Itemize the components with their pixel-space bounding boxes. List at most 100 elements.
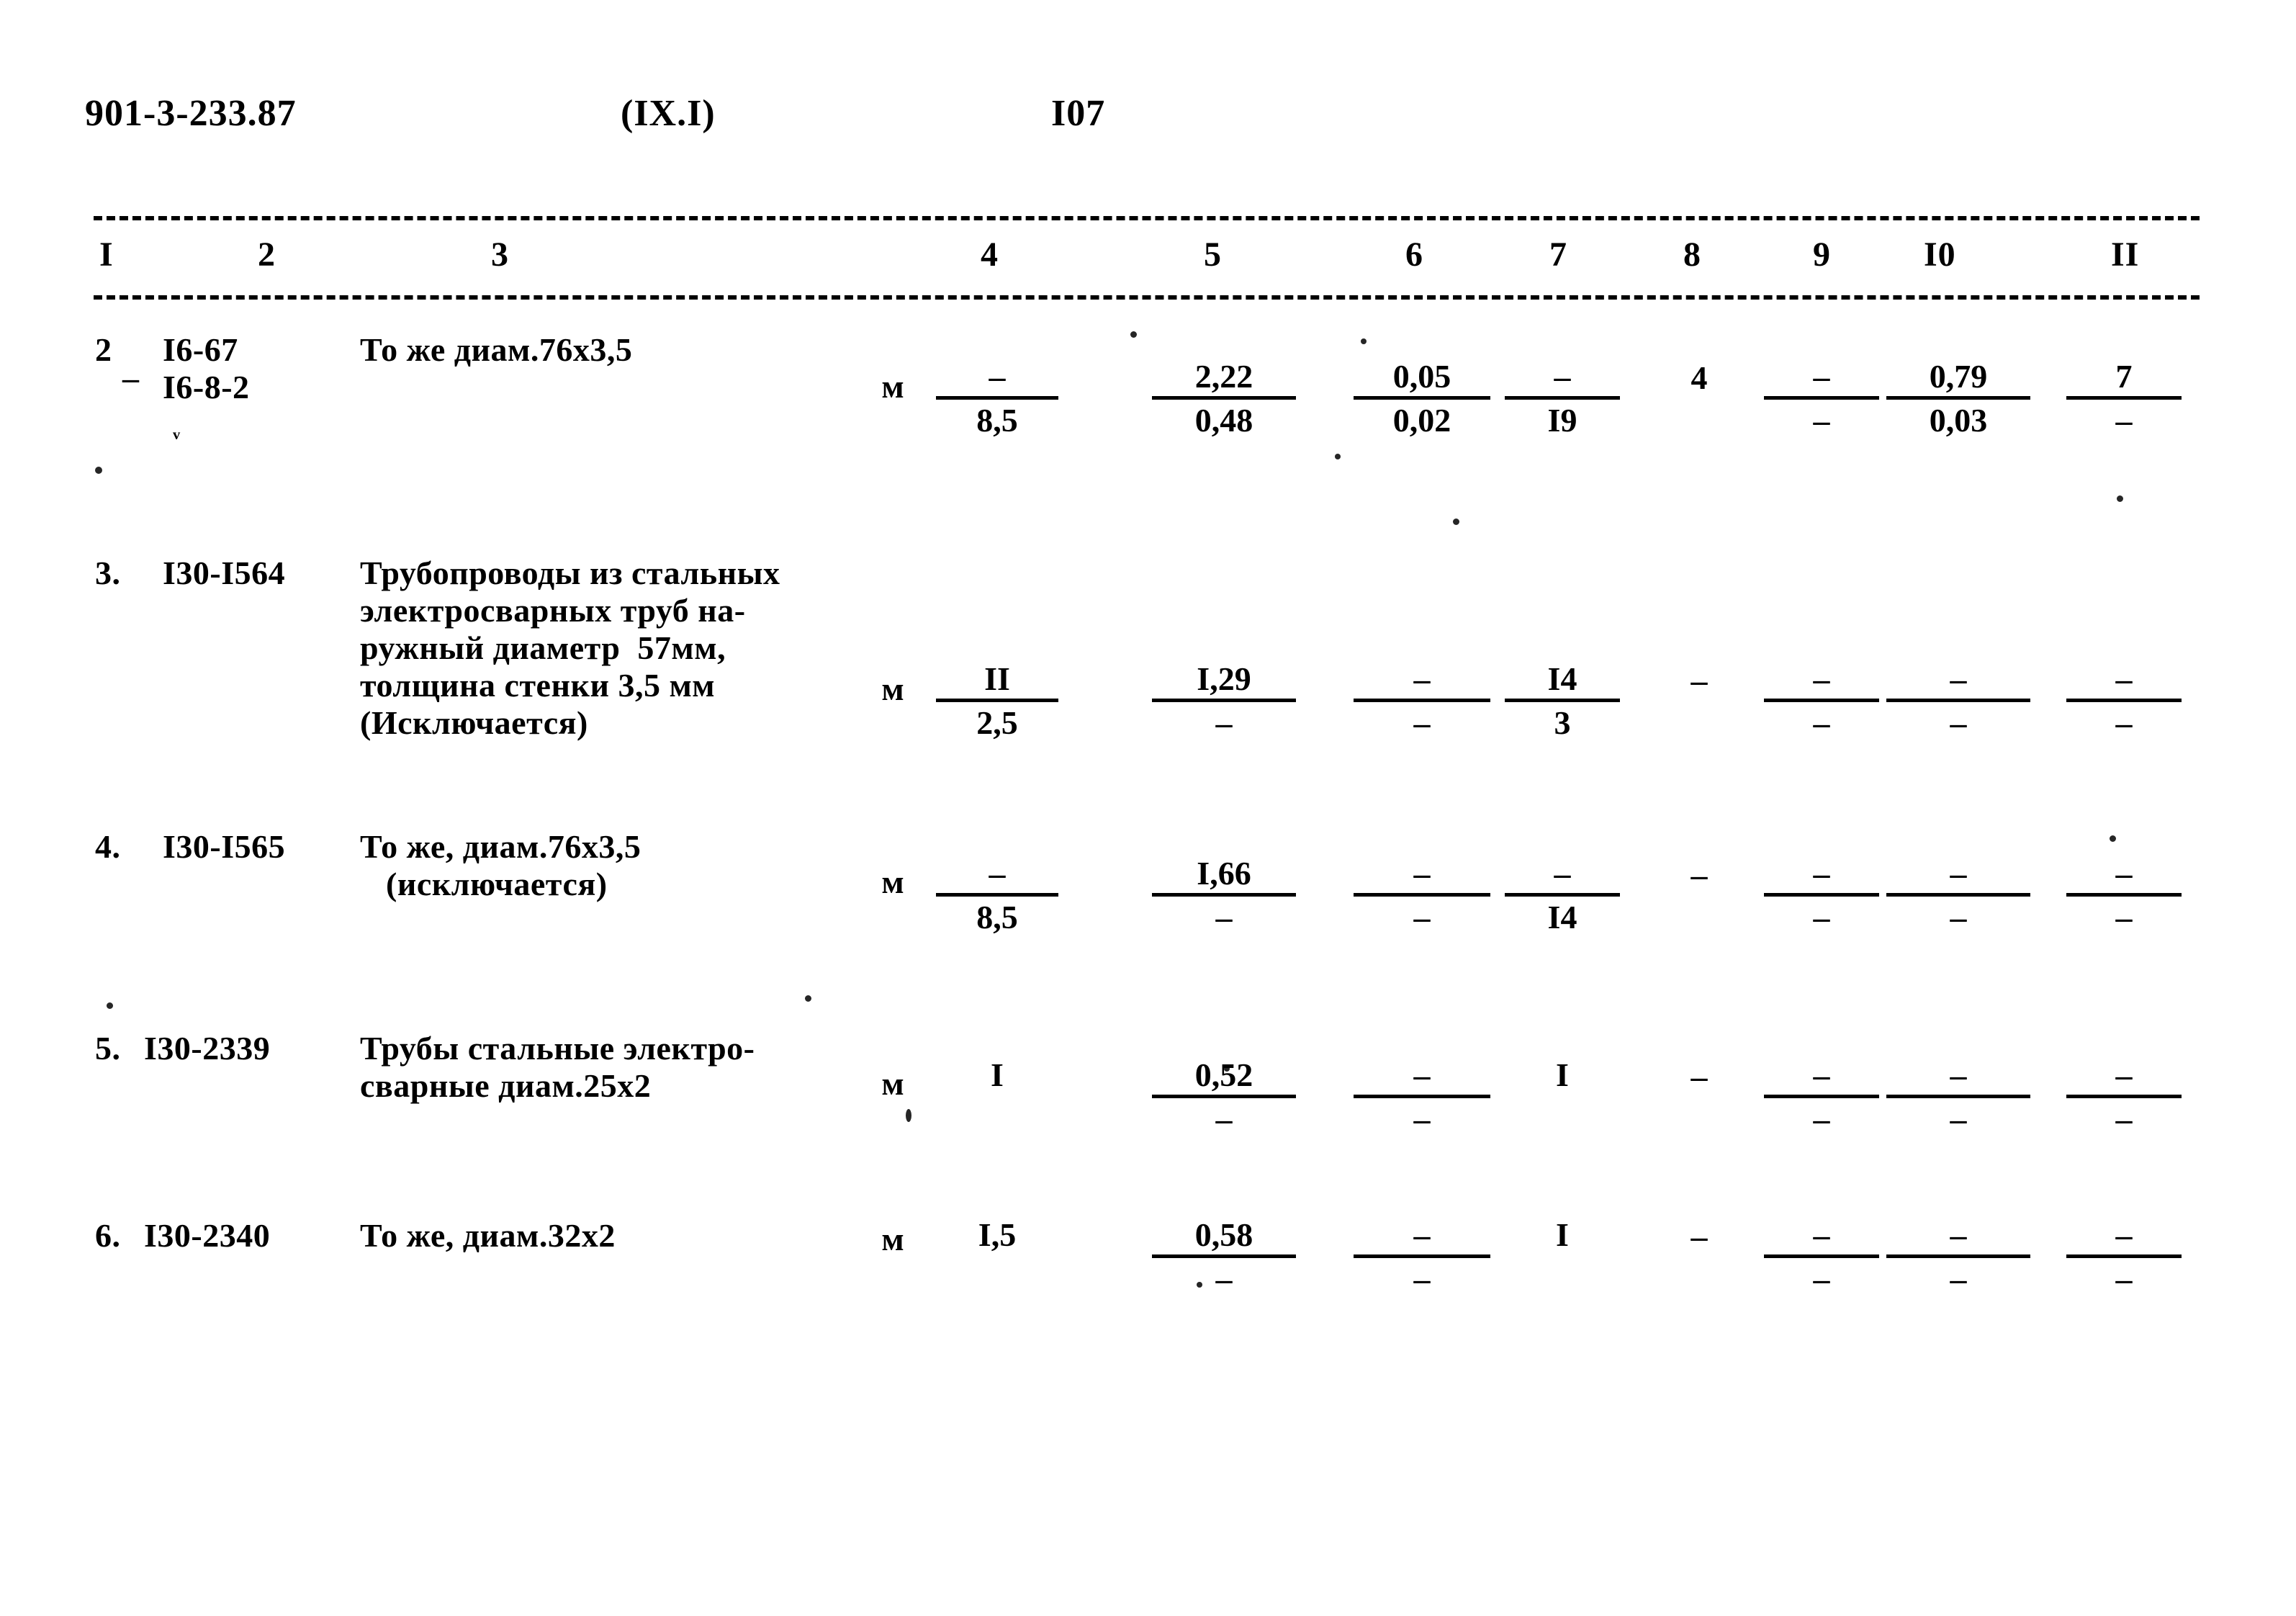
col10-numerator: – <box>1886 1216 2030 1258</box>
col5-denominator: – <box>1215 1100 1233 1137</box>
row-col5-fraction: 2,22 0,48 <box>1152 358 1296 439</box>
row-code-line1: I30-2340 <box>144 1217 271 1254</box>
row-col4-fraction: – 8,5 <box>936 358 1058 439</box>
row-col9-fraction: – – <box>1764 358 1879 439</box>
col7-denominator <box>1505 1254 1620 1257</box>
row-code-line2: I6-8-2 <box>163 369 250 405</box>
row-col5-fraction: I,29 – <box>1152 660 1296 741</box>
col4-denominator <box>936 1095 1058 1097</box>
col5-numerator: 0,58 <box>1152 1216 1296 1258</box>
row-col10-fraction: 0,79 0,03 <box>1886 358 2030 439</box>
row-unit: м <box>881 1065 904 1102</box>
row-description-line1: То же, диам.32х2 <box>360 1217 616 1254</box>
col6-denominator: – <box>1413 1260 1431 1297</box>
column-header-9: 9 <box>1813 235 1831 274</box>
col10-denominator: – <box>1950 704 1967 741</box>
section-code: (IX.I) <box>621 93 716 134</box>
row-item-number: 4. <box>95 828 121 865</box>
column-header-3: 3 <box>491 235 509 274</box>
row-col8-value: – <box>1691 1218 1708 1254</box>
row-item-number: 6. <box>95 1217 121 1254</box>
col10-numerator: – <box>1886 1056 2030 1098</box>
page-number: I07 <box>1051 93 1106 134</box>
col11-denominator: – <box>2115 1260 2133 1297</box>
row-unit: м <box>881 670 904 707</box>
col9-numerator: – <box>1764 855 1879 897</box>
row-item-number: 2 <box>95 331 112 368</box>
row-col8-value: 4 <box>1691 359 1708 396</box>
row-col8-value: – <box>1691 1058 1708 1095</box>
row-code-line1: I30-I564 <box>163 555 286 591</box>
row-unit: м <box>881 863 904 900</box>
table-bottom-rule <box>94 295 2200 300</box>
row-col7-fraction: – I4 <box>1505 855 1620 935</box>
col7-numerator: I <box>1556 1056 1569 1093</box>
col5-denominator: – <box>1215 898 1233 935</box>
col9-numerator: – <box>1764 1216 1879 1258</box>
scan-speck <box>1224 1066 1230 1072</box>
row-description-line1: То же диам.76х3,5 <box>360 331 633 368</box>
row-col6-fraction: – – <box>1354 1056 1490 1137</box>
row-col9-fraction: – – <box>1764 660 1879 741</box>
row-col8-value: – <box>1691 662 1708 699</box>
col4-numerator: I <box>991 1056 1004 1093</box>
page-header: 901-3-233.87 (IX.I) I07 <box>0 92 2296 143</box>
row-col7-fraction: I4 3 <box>1505 660 1620 741</box>
col9-denominator: – <box>1813 704 1830 741</box>
col9-denominator: – <box>1813 898 1830 935</box>
col7-numerator: I <box>1556 1216 1569 1253</box>
row-item-number: 5. <box>95 1030 121 1067</box>
row-col11-fraction: 7 – <box>2066 358 2182 439</box>
column-header-6: 6 <box>1405 235 1423 274</box>
col7-denominator: I9 <box>1547 401 1577 439</box>
row-col10-fraction: – – <box>1886 1056 2030 1137</box>
column-header-10: I0 <box>1924 235 1956 274</box>
col9-denominator: – <box>1813 401 1830 439</box>
row-description-line2: электросварных труб на- <box>360 592 746 629</box>
row-col4-fraction: I <box>936 1056 1058 1097</box>
col4-numerator: II <box>936 660 1058 702</box>
row-description-line5: (Исключается) <box>360 704 588 741</box>
row-col8-value: – <box>1691 856 1708 893</box>
col6-denominator: – <box>1413 898 1431 935</box>
col10-denominator: – <box>1950 1260 1967 1297</box>
col7-numerator: – <box>1505 855 1620 897</box>
col7-denominator: I4 <box>1547 898 1577 935</box>
row-col4-fraction: II 2,5 <box>936 660 1058 741</box>
col11-denominator: – <box>2115 898 2133 935</box>
scan-speck <box>95 467 102 474</box>
column-header-8: 8 <box>1683 235 1701 274</box>
col5-numerator: I,66 <box>1152 855 1296 897</box>
row-col10-fraction: – – <box>1886 1216 2030 1297</box>
col4-numerator: I,5 <box>978 1216 1017 1253</box>
col6-numerator: – <box>1354 660 1490 702</box>
col10-denominator: 0,03 <box>1929 401 1988 439</box>
col10-numerator: – <box>1886 855 2030 897</box>
scan-speck <box>906 1109 911 1122</box>
table-column-header-row: I 2 3 4 5 6 7 8 9 I0 II <box>0 235 2296 285</box>
row-code-line1: I30-I565 <box>163 828 286 865</box>
col6-numerator: 0,05 <box>1354 358 1490 400</box>
table-top-rule <box>94 216 2200 220</box>
col4-denominator: 2,5 <box>976 704 1018 741</box>
col11-denominator: – <box>2115 704 2133 741</box>
col10-denominator: – <box>1950 898 1967 935</box>
scan-speck <box>2117 495 2123 502</box>
row-col10-fraction: – – <box>1886 855 2030 935</box>
scan-arrow-mark: ᵥ <box>173 416 181 443</box>
row-col5-fraction: I,66 – <box>1152 855 1296 935</box>
col5-numerator: I,29 <box>1152 660 1296 702</box>
col5-numerator: 0,52 <box>1152 1056 1296 1098</box>
col4-numerator: – <box>936 855 1058 897</box>
row-code-dash: – <box>122 359 139 396</box>
row-col11-fraction: – – <box>2066 660 2182 741</box>
row-col4-fraction: – 8,5 <box>936 855 1058 935</box>
col4-denominator: 8,5 <box>976 898 1018 935</box>
row-description-line1: Трубы стальные электро- <box>360 1030 755 1067</box>
col11-denominator: – <box>2115 401 2133 439</box>
col6-numerator: – <box>1354 1216 1490 1258</box>
col10-denominator: – <box>1950 1100 1967 1137</box>
scan-speck <box>1361 338 1367 344</box>
row-description-line3: ружный диаметр 57мм, <box>360 629 726 666</box>
column-header-2: 2 <box>258 235 276 274</box>
